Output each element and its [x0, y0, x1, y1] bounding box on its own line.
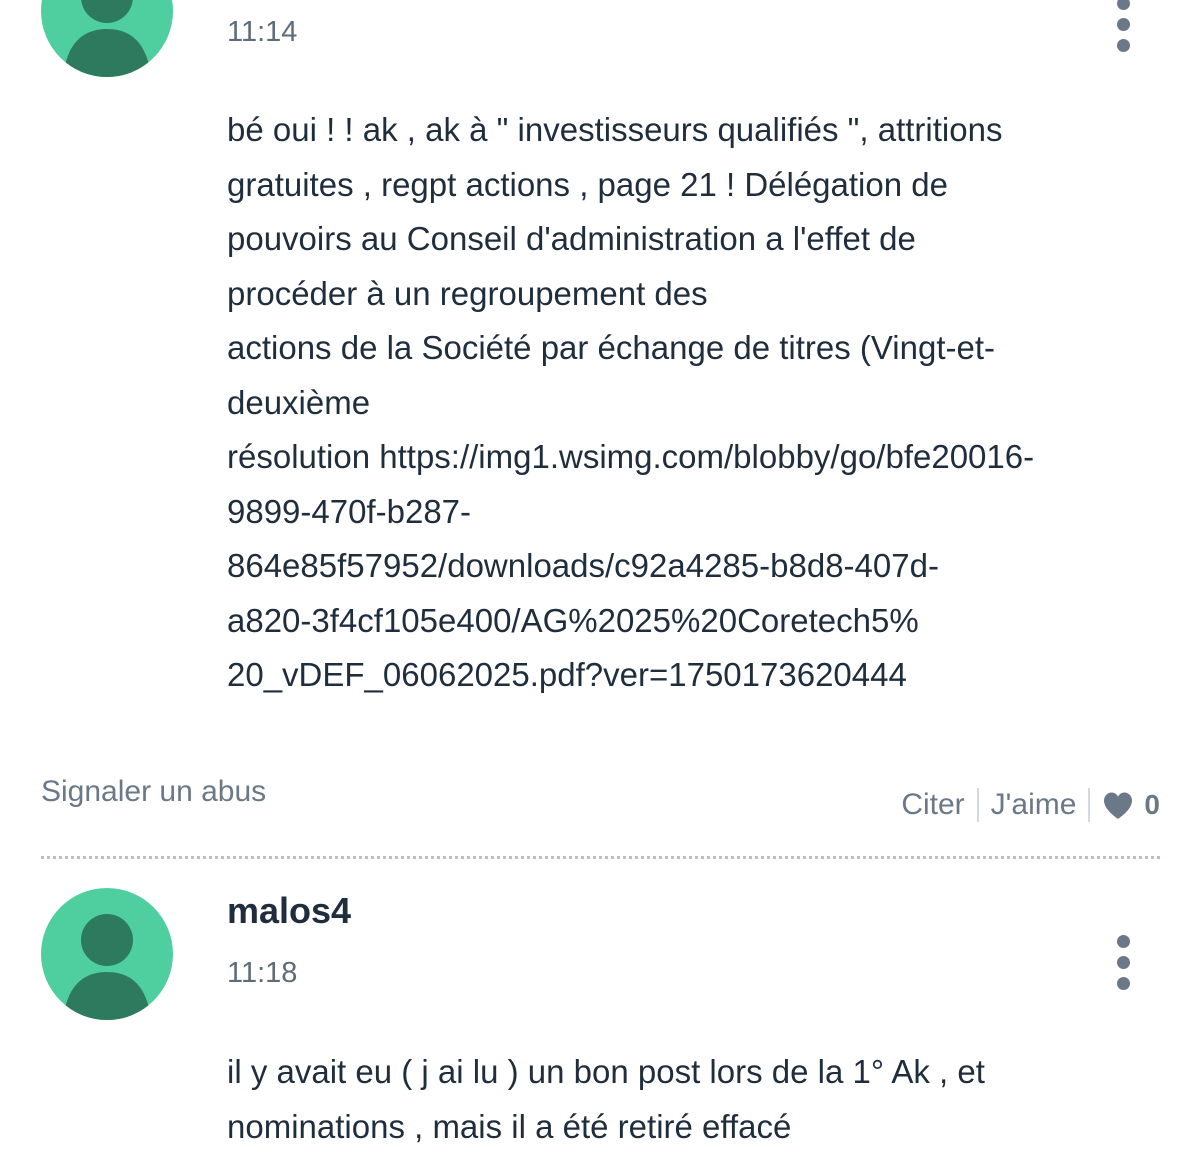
post-link-line[interactable]: résolution https://img1.wsimg.com/blobby…: [227, 430, 1172, 485]
more-vertical-icon: [1116, 0, 1130, 10]
post-link-line[interactable]: a820-3f4cf105e400/AG%2025%20Coretech5%: [227, 594, 1172, 649]
post-body-line: pouvoirs au Conseil d'administration a l…: [227, 220, 916, 257]
post-body-line: nominations , mais il a été retiré effac…: [227, 1107, 792, 1145]
like-button[interactable]: J'aime: [991, 788, 1077, 822]
post-body-line: procéder à un regroupement des: [227, 274, 708, 312]
user-silhouette-icon: [63, 914, 151, 1020]
post-author[interactable]: malos4: [227, 890, 351, 932]
report-abuse-link[interactable]: Signaler un abus: [41, 775, 266, 809]
post-body: il y avait eu ( j ai lu ) un bon post lo…: [227, 1045, 1172, 1154]
post-link-line[interactable]: 9899-470f-b287-: [227, 485, 1172, 540]
avatar[interactable]: [41, 0, 173, 77]
post-options-button[interactable]: [1108, 0, 1138, 67]
post-timestamp: 11:14: [227, 16, 298, 48]
quote-button[interactable]: Citer: [901, 788, 964, 822]
post-timestamp: 11:18: [227, 957, 298, 989]
post-body-line: deuxième: [227, 383, 371, 421]
post-link-line[interactable]: 864e85f57952/downloads/c92a4285-b8d8-407…: [227, 539, 1172, 594]
action-separator: [1088, 788, 1091, 822]
post-body-line: bé oui ! ! ak , ak à " investisseurs qua…: [227, 111, 1003, 148]
heart-icon[interactable]: [1102, 791, 1134, 820]
post-divider: [41, 856, 1160, 859]
post-body-line: actions de la Société par échange de tit…: [227, 329, 996, 366]
post-link-line[interactable]: 20_vDEF_06062025.pdf?ver=1750173620444: [227, 648, 1172, 703]
more-vertical-icon: [1116, 935, 1130, 948]
avatar[interactable]: [41, 888, 173, 1020]
post-actions: Citer J'aime 0: [901, 783, 1160, 827]
user-silhouette-icon: [63, 0, 151, 77]
like-count: 0: [1144, 789, 1160, 820]
post-body: bé oui ! ! ak , ak à " investisseurs qua…: [227, 103, 1172, 703]
post-body-line: gratuites , regpt actions , page 21 ! Dé…: [227, 165, 948, 203]
post-body-line: il y avait eu ( j ai lu ) un bon post lo…: [227, 1053, 985, 1090]
post-options-button[interactable]: [1108, 935, 1138, 1005]
action-separator: [976, 788, 979, 822]
